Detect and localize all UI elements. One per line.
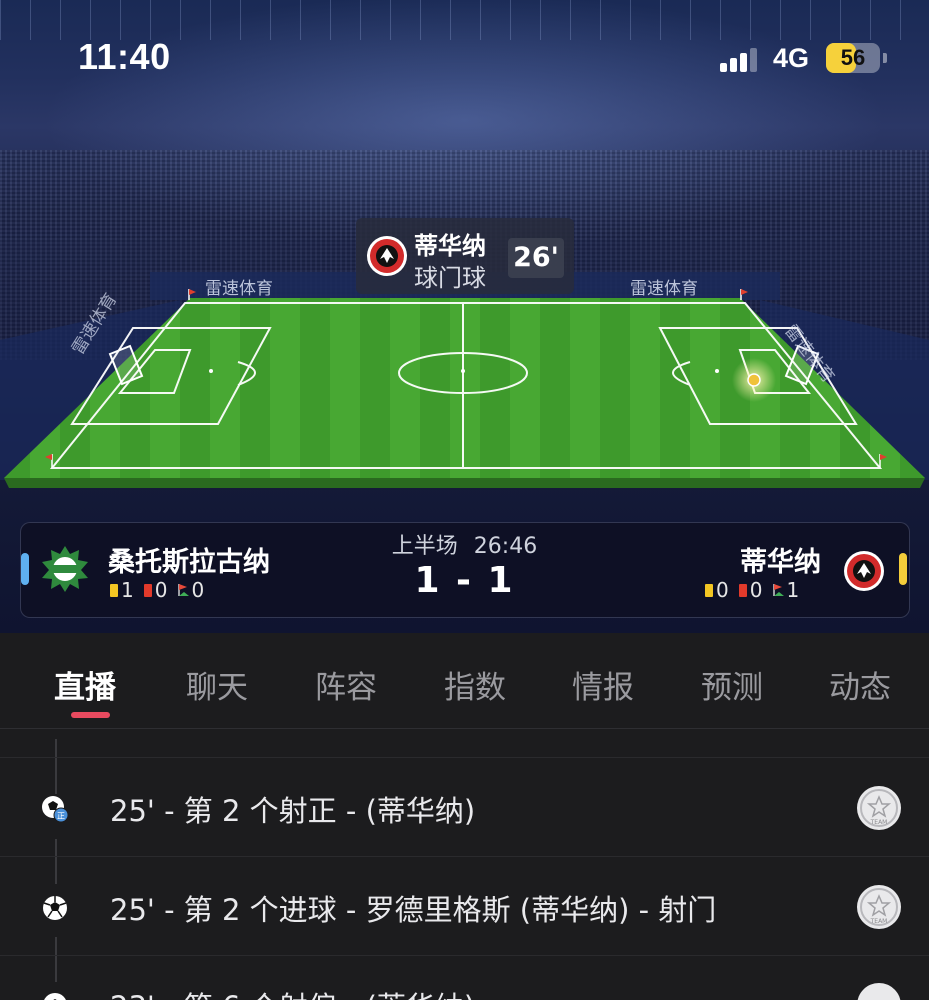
svg-text:TEAM: TEAM [870,918,888,925]
yellow-card-icon [705,583,713,597]
tab-chat[interactable]: 聊天 [186,662,248,707]
tab-intel[interactable]: 情报 [572,662,634,707]
away-corners: 1 [772,578,799,602]
tab-lineup[interactable]: 阵容 [315,662,377,707]
event-minute: 26' [508,238,564,278]
goal-ball-icon [43,896,67,920]
timeline-text: 25' - 第 2 个射正 - (蒂华纳) [110,794,476,828]
svg-text:TEAM: TEAM [870,819,888,826]
timeline-text: 23' - 第 6 个射偏 - (蒂华纳) [110,984,475,1000]
shot-on-target-icon: 正 [42,796,69,823]
timeline-text: 25' - 第 2 个进球 - 罗德里格斯 (蒂华纳) - 射门 [110,893,717,927]
battery-tip [883,53,887,63]
away-team-stats: 0 0 1 [705,578,809,602]
status-bar: 11:40 4G 56 [0,0,929,110]
away-team-name[interactable]: 蒂华纳 [740,540,821,579]
red-card-icon [738,583,747,597]
team-logo-icon: TEAM [857,885,901,929]
timeline-connector [55,937,57,982]
row-divider [0,757,929,758]
battery-icon: 56 [826,43,880,73]
match-period: 上半场 [391,534,458,559]
tijuana-badge-icon [367,236,407,276]
away-yellow-cards: 0 [705,578,729,602]
row-divider [0,856,929,857]
tab-feed[interactable]: 动态 [829,662,891,707]
event-team: 蒂华纳 [414,232,486,260]
tab-live[interactable]: 直播 [54,662,116,707]
live-timeline [0,729,929,1000]
active-tab-indicator [71,712,110,718]
row-divider [0,955,929,956]
tab-prediction[interactable]: 预测 [701,662,763,707]
shot-off-target-icon [44,993,66,1000]
team-logo-icon: TEAM [857,786,901,830]
network-type: 4G [773,43,810,73]
svg-text:正: 正 [57,812,65,821]
status-time: 11:40 [78,36,171,77]
tijuana-badge-icon[interactable] [843,550,885,592]
sponsor-board-left: 雷速体育 [205,279,273,299]
battery-percent: 56 [840,45,866,70]
tab-odds[interactable]: 指数 [444,662,506,707]
timeline-connector [55,739,57,794]
timeline-connector [55,839,57,884]
sponsor-board-right: 雷速体育 [630,279,698,299]
corner-flag-icon [773,584,785,596]
match-clock: 26:46 [473,534,538,559]
cellular-signal-icon [720,46,762,72]
away-red-cards: 0 [738,578,762,602]
event-type: 球门球 [414,264,486,292]
